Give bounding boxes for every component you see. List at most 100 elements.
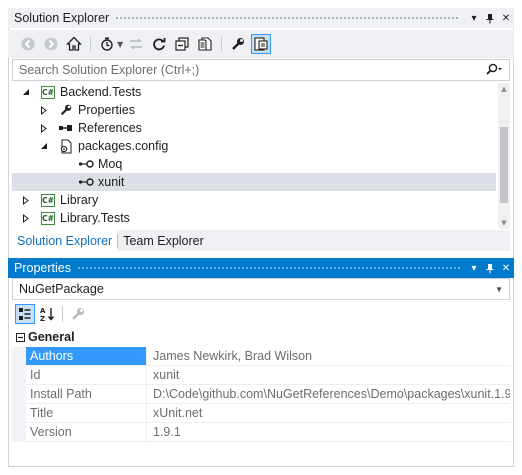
row-gutter <box>12 366 26 385</box>
tree-item-moq[interactable]: Moq <box>12 155 496 173</box>
refresh-icon[interactable] <box>149 34 169 54</box>
toolbar-separator <box>90 36 91 52</box>
row-gutter <box>12 423 26 442</box>
csharp-project-icon: C# <box>41 193 55 207</box>
row-gutter <box>12 404 26 423</box>
search-input[interactable] <box>19 63 485 77</box>
property-name: Version <box>26 423 146 442</box>
toolbar-separator <box>62 306 63 322</box>
solution-explorer-toolbar: ▼ <box>8 30 514 58</box>
properties-title: Properties <box>14 261 71 275</box>
property-value[interactable]: xunit <box>146 366 510 385</box>
collapsed-arrow-icon[interactable] <box>20 194 32 206</box>
pending-changes-filter-icon[interactable] <box>97 34 117 54</box>
tree-item-packages-config[interactable]: packages.config <box>12 137 496 155</box>
tree-item-library-tests[interactable]: C# Library.Tests <box>12 209 496 227</box>
vertical-scrollbar[interactable]: ▲ ▼ <box>498 83 510 229</box>
tree-item-references[interactable]: References <box>12 119 496 137</box>
properties-icon[interactable] <box>228 34 248 54</box>
csharp-project-icon: C# <box>41 211 55 225</box>
collapse-category-icon[interactable] <box>12 332 28 342</box>
titlebar-grip[interactable] <box>115 15 460 21</box>
window-position-menu-icon[interactable]: ▾ <box>466 259 482 277</box>
expanded-arrow-icon[interactable] <box>38 140 50 152</box>
selected-object: NuGetPackage <box>19 282 104 296</box>
close-icon[interactable]: ✕ <box>498 259 514 277</box>
property-row-title[interactable]: Title xUnit.net <box>12 404 510 423</box>
property-row-install-path[interactable]: Install Path D:\Code\github.com\NuGetRef… <box>12 385 510 404</box>
titlebar-grip[interactable] <box>76 265 460 271</box>
tab-team-explorer[interactable]: Team Explorer <box>118 230 209 251</box>
pin-icon[interactable] <box>482 9 498 27</box>
references-icon <box>58 120 74 136</box>
scrollbar-thumb[interactable] <box>500 127 508 203</box>
tree-item-properties[interactable]: Properties <box>12 101 496 119</box>
tree-item-label: Backend.Tests <box>60 85 142 99</box>
solution-tree[interactable]: C# Backend.Tests Properties References p… <box>12 83 510 229</box>
property-pages-icon[interactable] <box>68 304 88 324</box>
property-name: Id <box>26 366 146 385</box>
svg-text:A: A <box>40 307 46 315</box>
package-reference-icon <box>78 156 94 172</box>
chevron-down-icon[interactable]: ▼ <box>117 40 123 49</box>
collapsed-arrow-icon[interactable] <box>20 212 32 224</box>
csharp-project-icon: C# <box>41 85 55 99</box>
collapsed-arrow-icon[interactable] <box>38 122 50 134</box>
tree-item-label: Library.Tests <box>60 211 130 225</box>
property-name: Title <box>26 404 146 423</box>
properties-toolbar: AZ <box>12 302 510 326</box>
solution-explorer-title: Solution Explorer <box>14 11 110 25</box>
property-row-version[interactable]: Version 1.9.1 <box>12 423 510 442</box>
property-row-authors[interactable]: Authors James Newkirk, Brad Wilson <box>12 347 510 366</box>
property-value[interactable]: 1.9.1 <box>146 423 510 442</box>
tree-item-backend-tests[interactable]: C# Backend.Tests <box>12 83 496 101</box>
chevron-down-icon[interactable]: ▼ <box>495 285 503 294</box>
forward-icon[interactable] <box>41 34 61 54</box>
tab-solution-explorer[interactable]: Solution Explorer <box>12 230 118 251</box>
tree-item-label: Properties <box>78 103 135 117</box>
property-grid[interactable]: General Authors James Newkirk, Brad Wils… <box>12 328 510 465</box>
scroll-up-icon[interactable]: ▲ <box>498 83 510 95</box>
config-file-icon <box>58 138 74 154</box>
show-all-files-icon[interactable] <box>195 34 215 54</box>
toolbar-separator <box>221 36 223 52</box>
property-value[interactable]: D:\Code\github.com\NuGetReferences\Demo\… <box>146 385 510 404</box>
property-name: Install Path <box>26 385 146 404</box>
tree-item-xunit[interactable]: xunit <box>12 173 496 191</box>
tree-item-label: Moq <box>98 157 123 171</box>
row-gutter <box>12 385 26 404</box>
alphabetical-sort-icon[interactable]: AZ <box>37 304 57 324</box>
search-icon[interactable] <box>485 63 503 78</box>
property-value[interactable]: James Newkirk, Brad Wilson <box>146 347 510 366</box>
expanded-arrow-icon[interactable] <box>20 86 32 98</box>
svg-text:Z: Z <box>40 315 45 322</box>
property-value[interactable]: xUnit.net <box>146 404 510 423</box>
tree-item-label: xunit <box>98 175 125 189</box>
tree-item-label: Library <box>60 193 99 207</box>
wrench-icon <box>58 102 74 118</box>
row-gutter <box>12 347 26 366</box>
home-icon[interactable] <box>64 34 84 54</box>
tree-item-library[interactable]: C# Library <box>12 191 496 209</box>
object-selector[interactable]: NuGetPackage ▼ <box>12 278 510 300</box>
solution-explorer-titlebar[interactable]: Solution Explorer ▾ ✕ <box>8 8 514 28</box>
close-icon[interactable]: ✕ <box>498 9 514 27</box>
tree-item-label: packages.config <box>78 139 169 153</box>
category-general[interactable]: General <box>12 328 510 346</box>
collapsed-arrow-icon[interactable] <box>38 104 50 116</box>
explorer-tab-strip: Solution Explorer Team Explorer <box>12 230 510 251</box>
window-position-menu-icon[interactable]: ▾ <box>466 9 482 27</box>
collapse-all-icon[interactable] <box>172 34 192 54</box>
property-row-id[interactable]: Id xunit <box>12 366 510 385</box>
tree-item-label: References <box>78 121 142 135</box>
scroll-down-icon[interactable]: ▼ <box>498 217 510 229</box>
back-icon[interactable] <box>18 34 38 54</box>
pin-icon[interactable] <box>482 259 498 277</box>
properties-titlebar[interactable]: Properties ▾ ✕ <box>8 258 514 278</box>
search-box[interactable] <box>12 59 510 81</box>
property-name: Authors <box>26 347 146 366</box>
preview-selected-items-icon[interactable] <box>251 34 272 54</box>
categorized-view-icon[interactable] <box>15 304 35 324</box>
category-label: General <box>28 330 75 344</box>
sync-with-active-document-icon[interactable] <box>126 34 146 54</box>
